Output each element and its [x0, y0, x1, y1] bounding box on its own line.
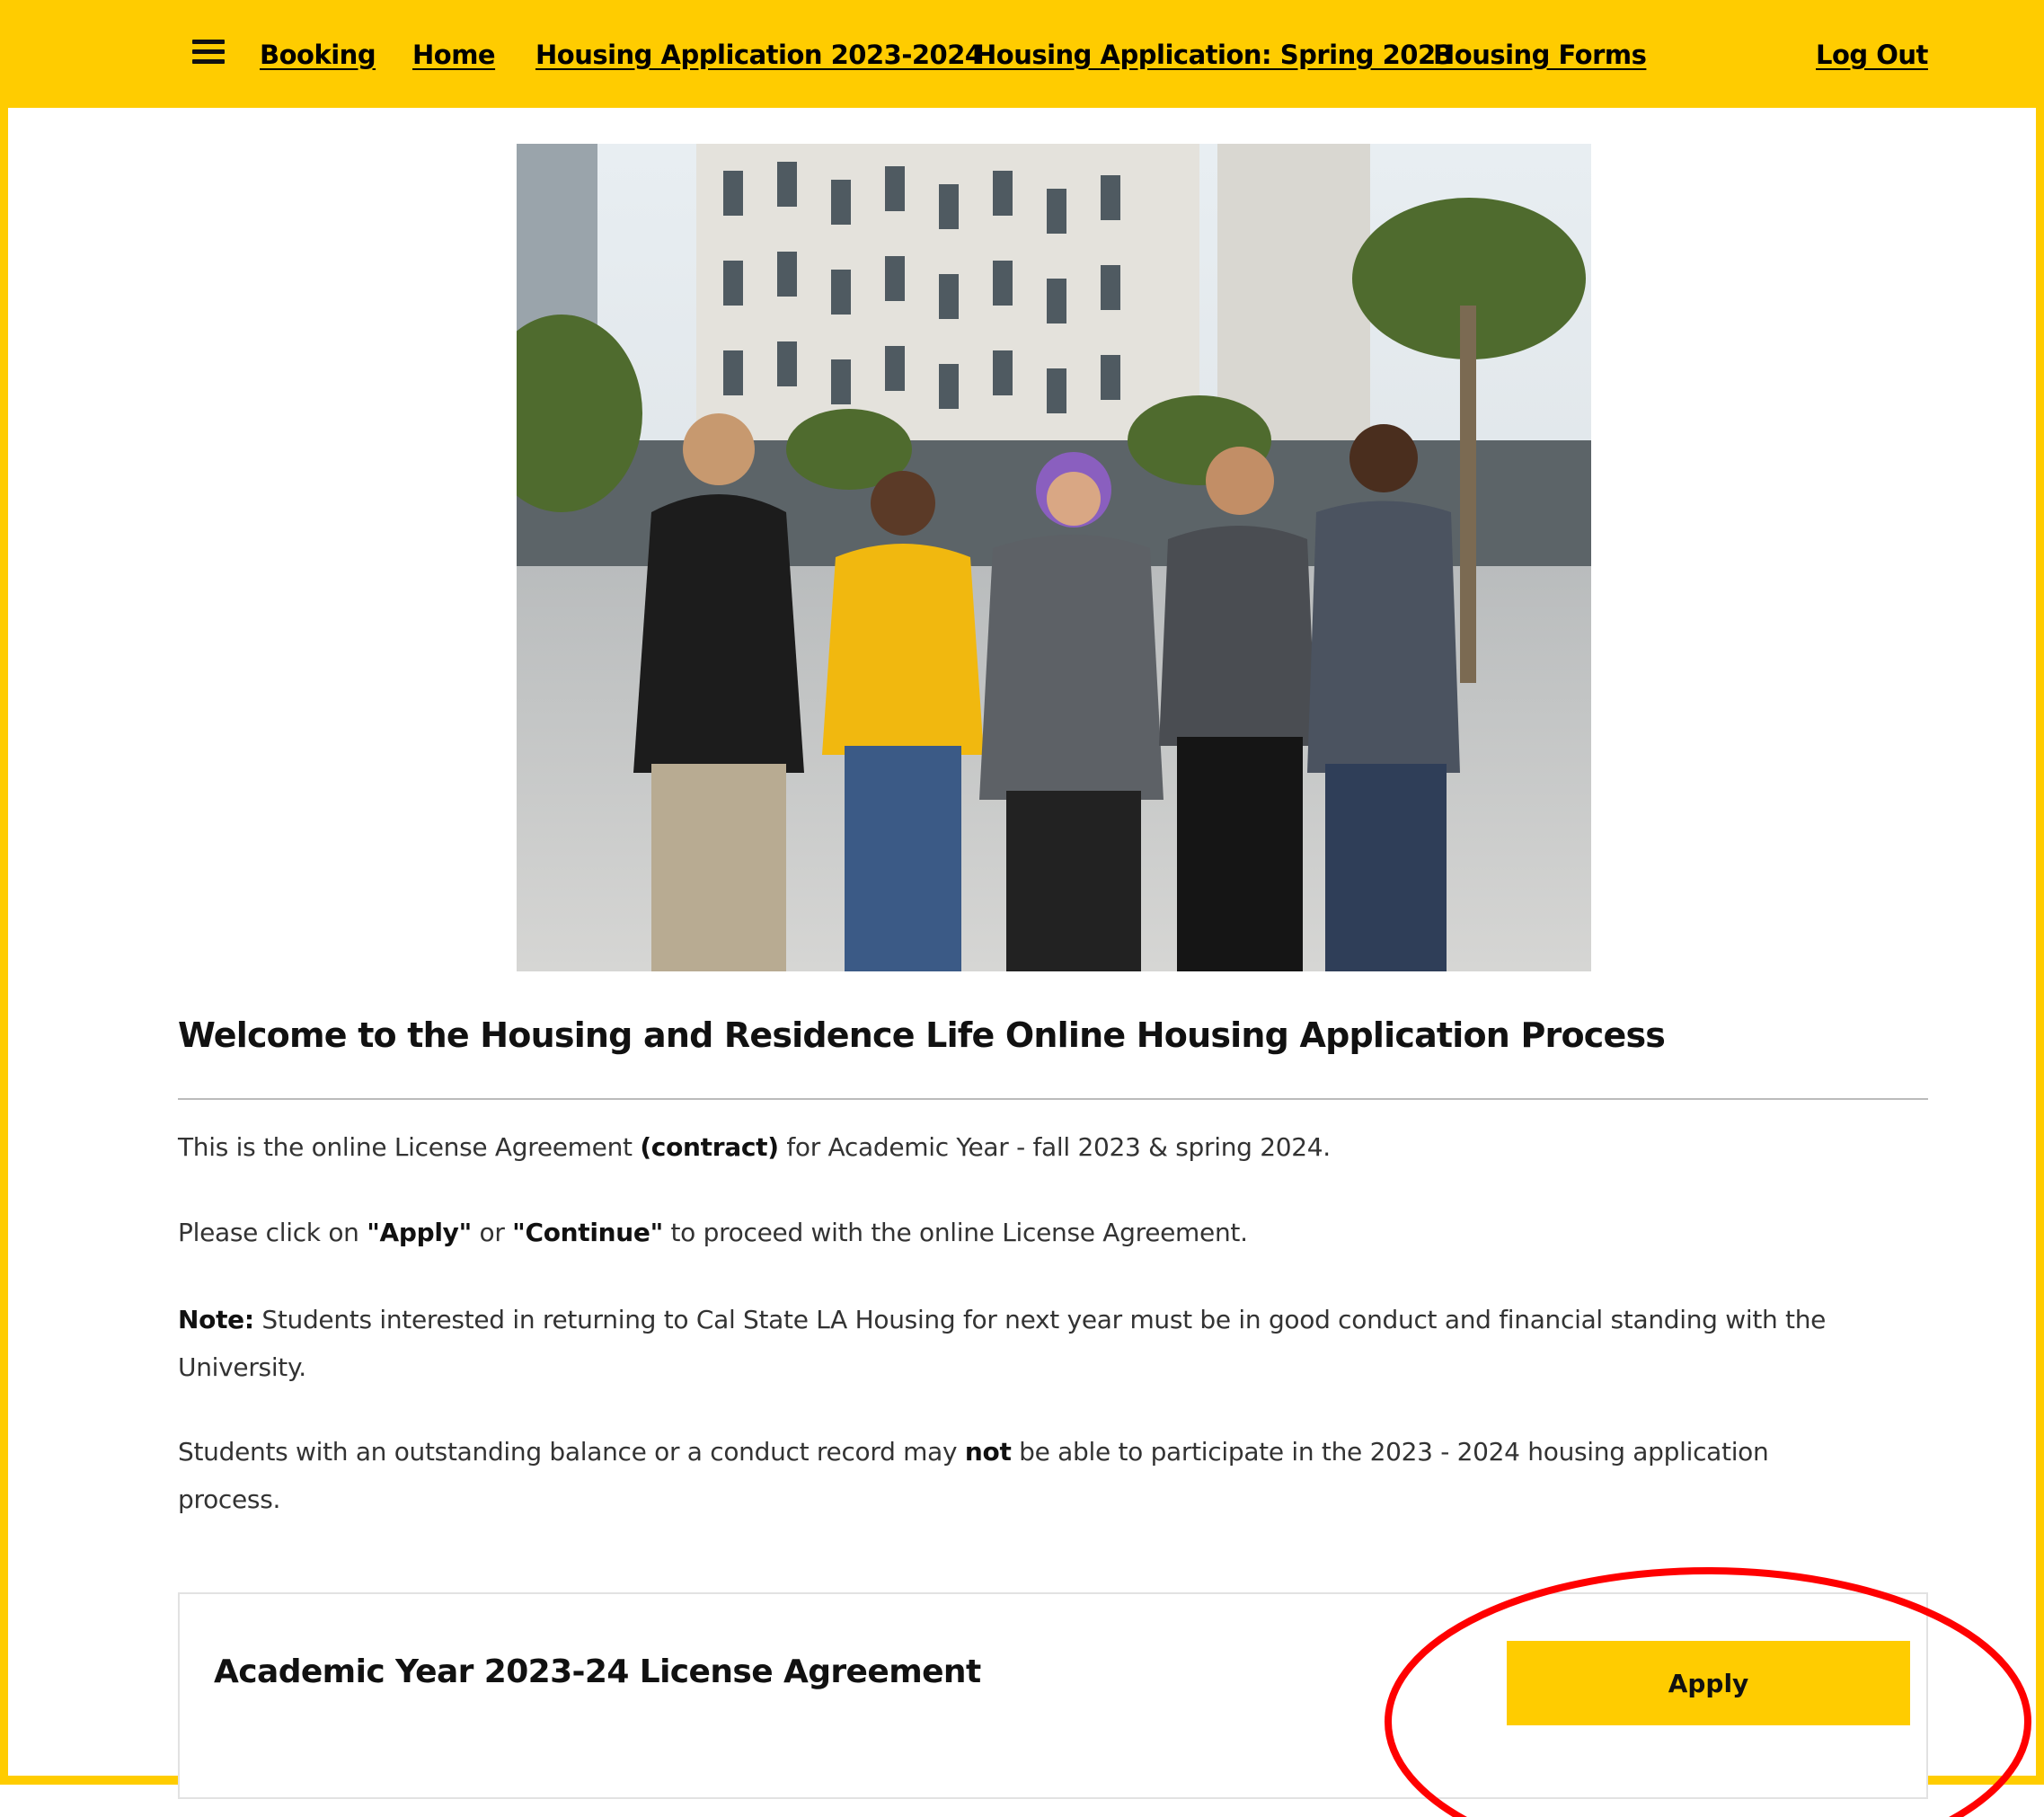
outstanding-balance-paragraph: Students with an outstanding balance or …	[178, 1437, 1769, 1514]
card-title: Academic Year 2023-24 License Agreement	[214, 1653, 981, 1690]
apply-button[interactable]: Apply	[1507, 1641, 1910, 1725]
welcome-heading: Welcome to the Housing and Residence Lif…	[178, 1015, 1666, 1055]
license-agreement-paragraph: This is the online License Agreement (co…	[178, 1132, 1331, 1162]
nav-link-housing-application-spring-2023[interactable]: Housing Application: Spring 2023	[975, 40, 1454, 70]
nav-link-home[interactable]: Home	[412, 40, 496, 70]
hamburger-menu-icon[interactable]	[192, 40, 225, 65]
heading-divider	[178, 1098, 1928, 1100]
note-paragraph: Note: Students interested in returning t…	[178, 1305, 1827, 1382]
nav-link-housing-forms[interactable]: Housing Forms	[1433, 40, 1647, 70]
top-navbar: Booking Home Housing Application 2023-20…	[0, 0, 2044, 108]
nav-link-booking[interactable]: Booking	[260, 40, 376, 70]
hero-image	[517, 144, 1591, 971]
apply-instructions-paragraph: Please click on "Apply" or "Continue" to…	[178, 1218, 1248, 1247]
logout-link[interactable]: Log Out	[1816, 40, 1928, 70]
nav-link-housing-application-2023-2024[interactable]: Housing Application 2023-2024	[535, 40, 983, 70]
